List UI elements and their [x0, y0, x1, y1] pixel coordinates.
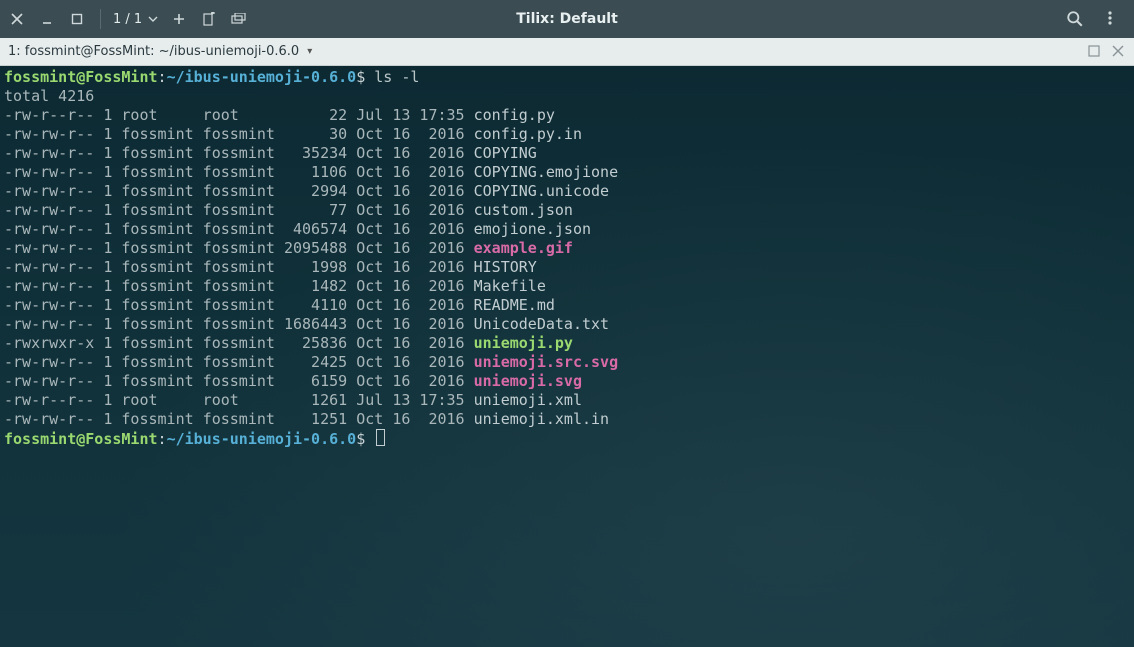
- file-name: UnicodeData.txt: [474, 315, 609, 333]
- file-listing-row: -rw-rw-r-- 1 fossmint fossmint 35234 Oct…: [4, 144, 1130, 163]
- close-pane-icon[interactable]: [1112, 45, 1126, 59]
- prompt-user-host: fossmint@FossMint: [4, 68, 158, 86]
- file-listing-row: -rw-rw-r-- 1 fossmint fossmint 1686443 O…: [4, 315, 1130, 334]
- total-line: total 4216: [4, 87, 1130, 106]
- file-name: uniemoji.svg: [474, 372, 582, 390]
- session-tab-label: 1: fossmint@FossMint: ~/ibus-uniemoji-0.…: [8, 44, 299, 59]
- prompt-dollar: $: [356, 430, 365, 448]
- file-name: example.gif: [474, 239, 573, 257]
- file-listing-row: -rw-rw-r-- 1 fossmint fossmint 1106 Oct …: [4, 163, 1130, 182]
- window-minimize-button[interactable]: [36, 8, 58, 30]
- session-counter: 1 / 1: [113, 12, 142, 27]
- file-name: uniemoji.xml.in: [474, 410, 609, 428]
- file-listing-row: -rw-rw-r-- 1 fossmint fossmint 1482 Oct …: [4, 277, 1130, 296]
- pager-dropdown-icon[interactable]: [146, 8, 160, 30]
- titlebar-right-controls: [1066, 10, 1128, 28]
- file-name: uniemoji.xml: [474, 391, 582, 409]
- file-name: uniemoji.src.svg: [474, 353, 619, 371]
- file-name: custom.json: [474, 201, 573, 219]
- file-listing-row: -rw-rw-r-- 1 fossmint fossmint 77 Oct 16…: [4, 201, 1130, 220]
- file-listing-row: -rw-rw-r-- 1 fossmint fossmint 1251 Oct …: [4, 410, 1130, 429]
- file-listing-row: -rw-r--r-- 1 root root 22 Jul 13 17:35 c…: [4, 106, 1130, 125]
- prompt-sep: :: [158, 68, 167, 86]
- file-listing-row: -rw-rw-r-- 1 fossmint fossmint 6159 Oct …: [4, 372, 1130, 391]
- terminal-viewport[interactable]: fossmint@FossMint:~/ibus-uniemoji-0.6.0$…: [0, 66, 1134, 647]
- prompt-line: fossmint@FossMint:~/ibus-uniemoji-0.6.0$: [4, 429, 1130, 449]
- prompt-path: ~/ibus-uniemoji-0.6.0: [167, 68, 357, 86]
- file-listing-row: -rwxrwxr-x 1 fossmint fossmint 25836 Oct…: [4, 334, 1130, 353]
- add-session-button[interactable]: [168, 8, 190, 30]
- file-listing-row: -rw-rw-r-- 1 fossmint fossmint 2095488 O…: [4, 239, 1130, 258]
- terminal-cursor: [376, 429, 385, 446]
- hamburger-menu-icon[interactable]: [1102, 10, 1120, 28]
- file-name: COPYING: [474, 144, 537, 162]
- file-name: Makefile: [474, 277, 546, 295]
- new-terminal-button[interactable]: [198, 8, 220, 30]
- file-name: uniemoji.py: [474, 334, 573, 352]
- maximize-pane-icon[interactable]: [1088, 45, 1102, 59]
- file-listing-row: -rw-rw-r-- 1 fossmint fossmint 406574 Oc…: [4, 220, 1130, 239]
- prompt-dollar: $: [356, 68, 365, 86]
- file-name: COPYING.emojione: [474, 163, 619, 181]
- session-pager: 1 / 1: [113, 8, 160, 30]
- file-listing-row: -rw-rw-r-- 1 fossmint fossmint 1998 Oct …: [4, 258, 1130, 277]
- file-name: HISTORY: [474, 258, 537, 276]
- file-name: emojione.json: [474, 220, 591, 238]
- file-listing-row: -rw-rw-r-- 1 fossmint fossmint 2425 Oct …: [4, 353, 1130, 372]
- file-name: README.md: [474, 296, 555, 314]
- session-tab[interactable]: 1: fossmint@FossMint: ~/ibus-uniemoji-0.…: [8, 44, 312, 59]
- window-close-button[interactable]: [6, 8, 28, 30]
- file-listing-row: -rw-rw-r-- 1 fossmint fossmint 4110 Oct …: [4, 296, 1130, 315]
- titlebar-left-controls: 1 / 1: [6, 8, 250, 30]
- file-name: config.py: [474, 106, 555, 124]
- prompt-line: fossmint@FossMint:~/ibus-uniemoji-0.6.0$…: [4, 68, 1130, 87]
- entered-command: ls -l: [374, 68, 419, 86]
- synchronize-input-button[interactable]: [228, 8, 250, 30]
- chevron-down-icon[interactable]: ▾: [307, 46, 312, 57]
- file-listing-row: -rw-rw-r-- 1 fossmint fossmint 2994 Oct …: [4, 182, 1130, 201]
- prompt-path: ~/ibus-uniemoji-0.6.0: [167, 430, 357, 448]
- session-tab-bar: 1: fossmint@FossMint: ~/ibus-uniemoji-0.…: [0, 38, 1134, 66]
- search-icon[interactable]: [1066, 10, 1084, 28]
- session-tab-controls: [1088, 45, 1126, 59]
- separator: [100, 9, 101, 29]
- file-name: config.py.in: [474, 125, 582, 143]
- window-titlebar: 1 / 1 Tilix: Default: [0, 0, 1134, 38]
- prompt-sep: :: [158, 430, 167, 448]
- window-maximize-button[interactable]: [66, 8, 88, 30]
- prompt-user-host: fossmint@FossMint: [4, 430, 158, 448]
- file-listing-row: -rw-rw-r-- 1 fossmint fossmint 30 Oct 16…: [4, 125, 1130, 144]
- file-listing: -rw-r--r-- 1 root root 22 Jul 13 17:35 c…: [4, 106, 1130, 429]
- file-listing-row: -rw-r--r-- 1 root root 1261 Jul 13 17:35…: [4, 391, 1130, 410]
- file-name: COPYING.unicode: [474, 182, 609, 200]
